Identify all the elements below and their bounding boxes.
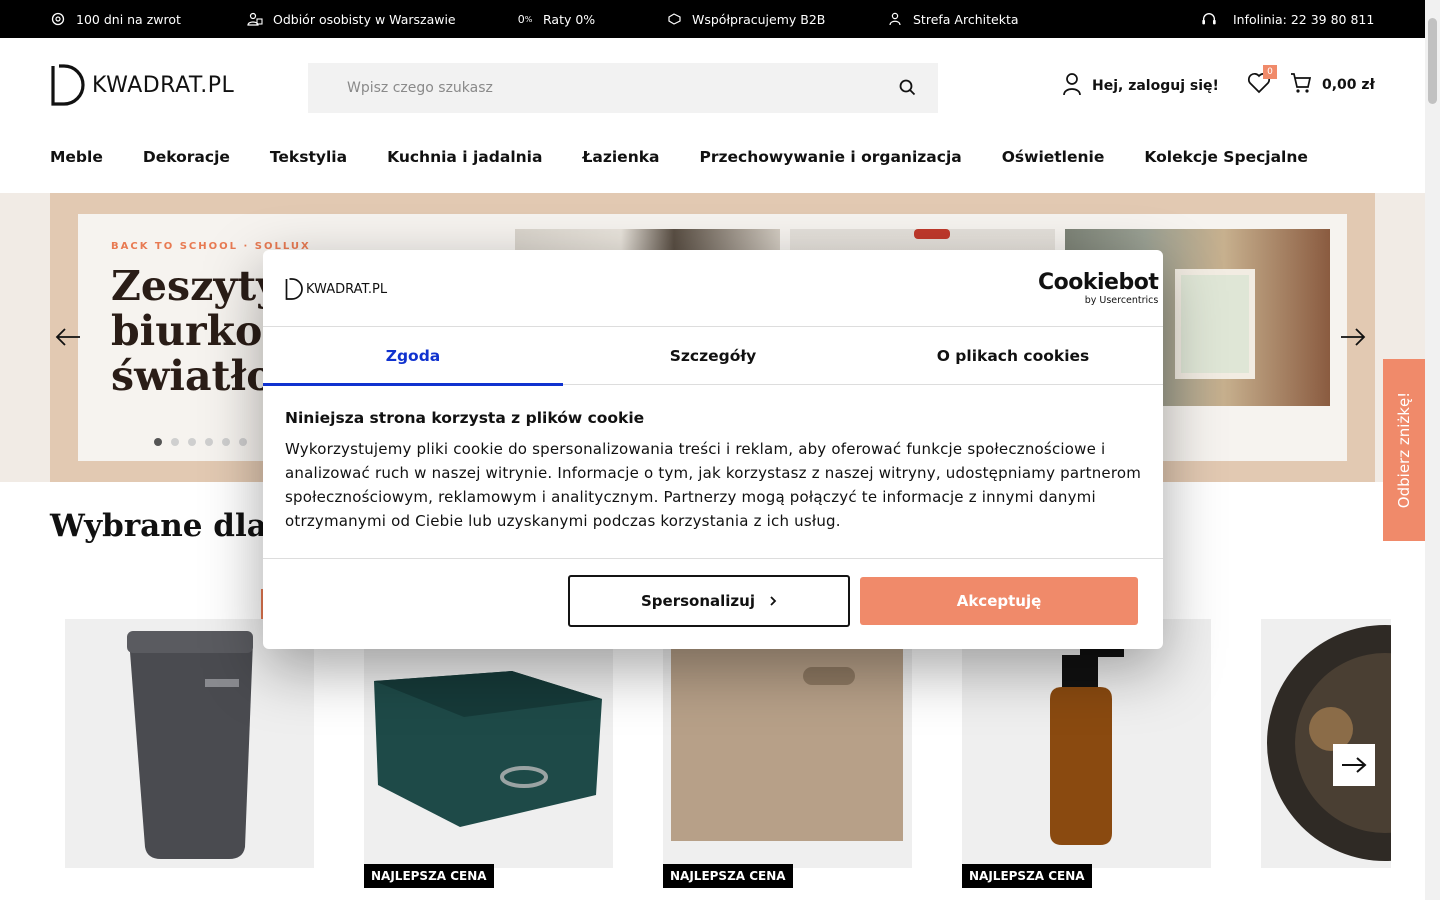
cookiebot-brand[interactable]: Cookiebot by Usercentrics xyxy=(1038,270,1159,307)
scrollbar-thumb[interactable] xyxy=(1428,18,1437,104)
chevron-right-icon xyxy=(770,596,777,606)
cookie-heading: Niniejsza strona korzysta z plików cooki… xyxy=(285,409,645,427)
cookie-logo-text: KWADRAT.PL xyxy=(306,281,388,297)
cookie-dialog-footer: Spersonalizuj Akceptuję xyxy=(263,558,1163,649)
cookie-dialog-tabs: Zgoda Szczegóły O plikach cookies xyxy=(263,327,1163,386)
cookiebot-sub: by Usercentrics xyxy=(1084,295,1159,306)
tab-details[interactable]: Szczegóły xyxy=(563,327,863,385)
cookie-description: Wykorzystujemy pliki cookie do spersonal… xyxy=(285,440,1142,530)
logo-mark-icon xyxy=(285,278,303,300)
cookiebot-logo: Cookiebot xyxy=(1038,270,1159,295)
tab-about-cookies[interactable]: O plikach cookies xyxy=(863,327,1163,385)
cookie-dialog-header: KWADRAT.PL Cookiebot by Usercentrics xyxy=(263,250,1163,327)
cookie-consent-dialog: KWADRAT.PL Cookiebot by Usercentrics Zgo… xyxy=(263,250,1163,649)
tab-consent[interactable]: Zgoda xyxy=(263,327,563,386)
customize-button[interactable]: Spersonalizuj xyxy=(568,575,850,627)
page-scrollbar[interactable] xyxy=(1425,0,1440,900)
accept-button[interactable]: Akceptuję xyxy=(860,577,1138,625)
cookie-dialog-body: Niniejsza strona korzysta z plików cooki… xyxy=(285,409,1145,533)
customize-label: Spersonalizuj xyxy=(641,592,755,610)
cookie-dialog-logo: KWADRAT.PL xyxy=(285,278,387,300)
